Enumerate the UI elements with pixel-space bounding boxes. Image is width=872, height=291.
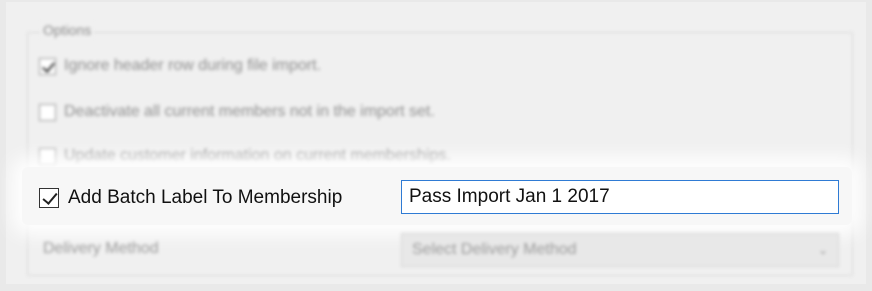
ignore-header-checkbox-row[interactable]: Ignore header row during file import. (39, 57, 321, 75)
update-customer-checkbox[interactable] (39, 147, 56, 165)
batch-label-input[interactable]: Pass Import Jan 1 2017 (401, 180, 839, 214)
delivery-method-select[interactable]: Select Delivery Method ⌄ (401, 233, 839, 267)
deactivate-members-checkbox-row[interactable]: Deactivate all current members not in th… (39, 103, 435, 121)
chevron-down-icon[interactable]: ⌄ (818, 243, 828, 257)
delivery-method-label: Delivery Method (43, 240, 159, 257)
ignore-header-label: Ignore header row during file import. (64, 57, 322, 74)
batch-label-checkbox-row[interactable]: Add Batch Label To Membership (39, 187, 342, 209)
update-customer-checkbox-row[interactable]: Update customer information on current m… (39, 147, 451, 165)
deactivate-members-checkbox[interactable] (39, 103, 56, 121)
deactivate-members-label: Deactivate all current members not in th… (64, 103, 435, 120)
options-group-title: Options (40, 22, 95, 38)
ignore-header-checkbox[interactable] (39, 57, 56, 75)
update-customer-label: Update customer information on current m… (64, 147, 451, 164)
delivery-method-selected-value: Select Delivery Method (412, 241, 577, 258)
batch-label-checkbox-label: Add Batch Label To Membership (68, 187, 343, 208)
batch-label-checkbox[interactable] (39, 188, 59, 208)
